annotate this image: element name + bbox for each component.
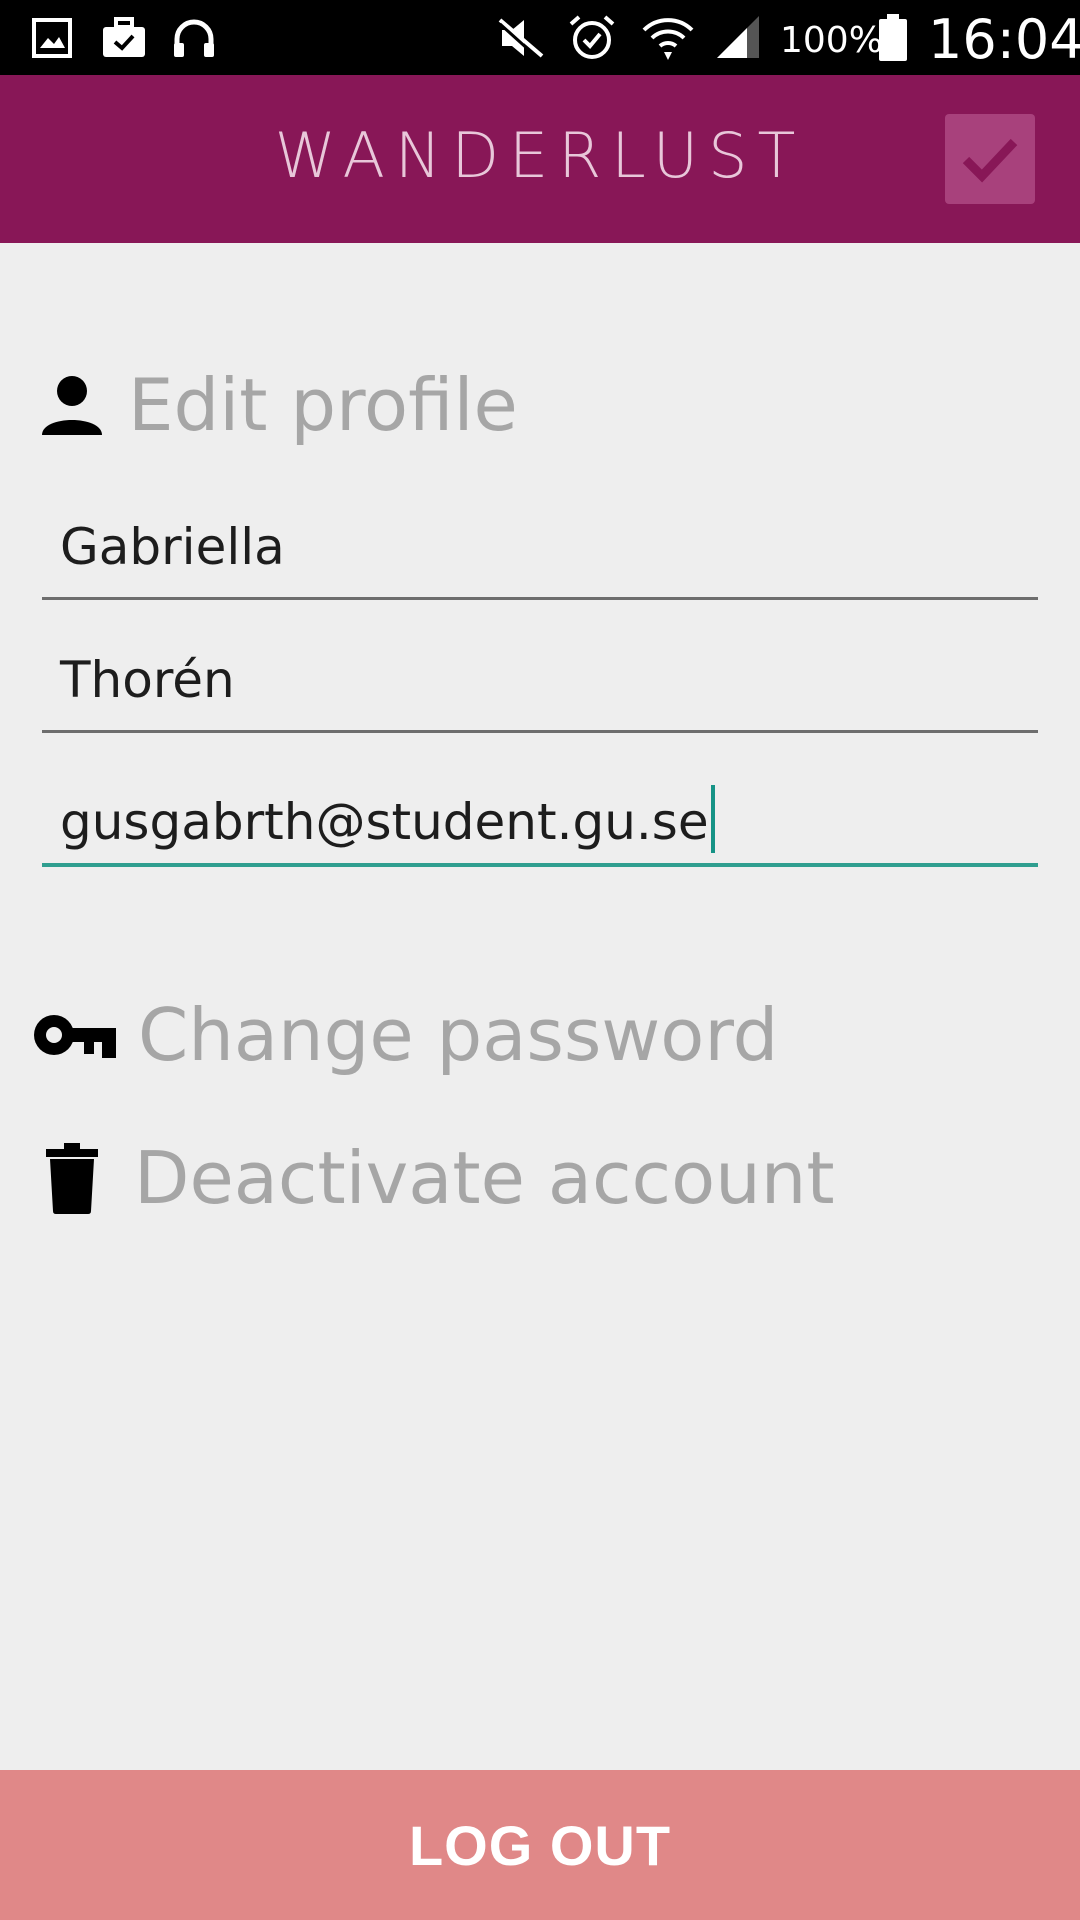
signal-icon [712, 14, 764, 62]
battery-icon [876, 14, 910, 62]
briefcase-check-icon [100, 14, 148, 62]
gallery-icon [30, 14, 74, 62]
deactivate-account-item[interactable]: Deactivate account [44, 1133, 835, 1223]
brand-logo: WANDERLUST [274, 119, 806, 192]
edit-profile-header: Edit profile [38, 360, 518, 450]
last-name-value: Thorén [60, 651, 235, 709]
person-icon [42, 376, 102, 435]
mute-icon [495, 14, 547, 62]
app-bar: WANDERLUST [0, 75, 1080, 243]
key-icon [34, 1015, 116, 1058]
check-icon [962, 138, 1018, 183]
email-value: gusgabrth@student.gu.se [60, 785, 715, 853]
email-field[interactable]: gusgabrth@student.gu.se [42, 757, 1038, 867]
section-title: Edit profile [128, 363, 518, 447]
alarm-icon [566, 14, 618, 62]
field-underline [42, 863, 1038, 867]
field-underline [42, 730, 1038, 733]
wifi-icon [638, 14, 698, 62]
change-password-label: Change password [138, 993, 779, 1077]
clock: 16:04 [928, 8, 1080, 71]
email-text: gusgabrth@student.gu.se [60, 793, 709, 851]
first-name-value: Gabriella [60, 518, 285, 576]
field-underline [42, 597, 1038, 600]
text-cursor [710, 785, 715, 853]
change-password-item[interactable]: Change password [32, 990, 778, 1080]
status-bar: 100% 16:04 [0, 0, 1080, 75]
confirm-button[interactable] [945, 114, 1035, 204]
last-name-field[interactable]: Thorén [42, 623, 1038, 733]
deactivate-account-label: Deactivate account [134, 1136, 835, 1220]
headphones-icon [170, 14, 218, 62]
first-name-field[interactable]: Gabriella [42, 490, 1038, 600]
trash-icon [46, 1143, 98, 1214]
battery-percent: 100% [780, 20, 883, 61]
logout-label: LOG OUT [408, 1813, 672, 1877]
logout-button[interactable]: LOG OUT [0, 1770, 1080, 1920]
